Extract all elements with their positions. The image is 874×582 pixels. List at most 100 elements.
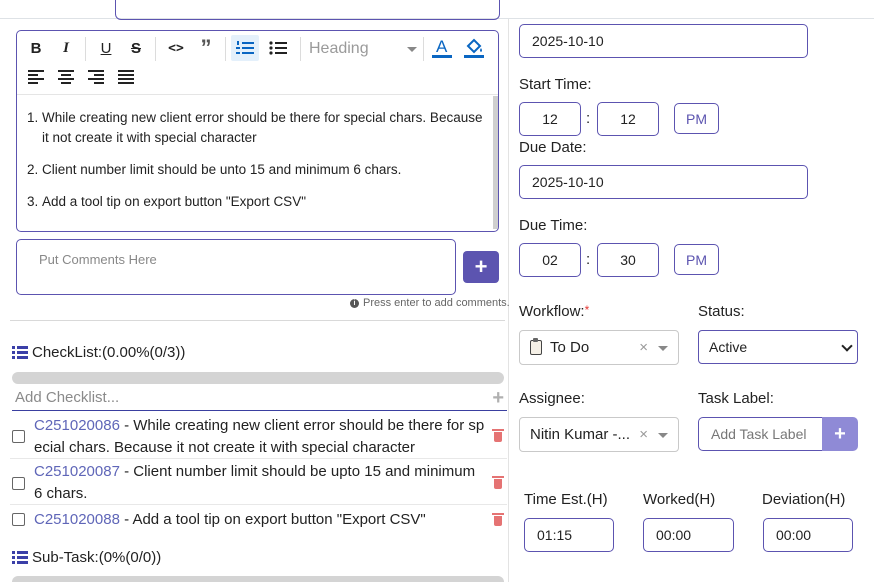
align-justify-icon — [118, 70, 134, 84]
workflow-label: Workflow:* — [519, 303, 589, 320]
align-justify-button[interactable] — [115, 64, 137, 90]
checklist-item-description: Add a tool tip on export button "Export … — [132, 511, 426, 528]
chevron-down-icon — [841, 340, 853, 352]
time-est-input[interactable]: 01:15 — [524, 518, 614, 552]
comment-placeholder: Put Comments Here — [39, 252, 157, 267]
checklist-item-text: C251020087 - Client number limit should … — [34, 461, 486, 504]
deviation-input[interactable]: 00:00 — [763, 518, 853, 552]
editor-content[interactable]: 1. While creating new client error should… — [17, 96, 495, 231]
list-item: 3. Add a tool tip on export button "Expo… — [27, 192, 487, 212]
align-left-button[interactable] — [25, 64, 47, 90]
comment-hint: i Press enter to add comments. — [350, 297, 510, 309]
underline-button[interactable]: U — [95, 35, 117, 61]
assignee-select[interactable]: Nitin Kumar -... × — [519, 417, 679, 452]
add-comment-button[interactable]: + — [463, 251, 499, 283]
align-right-icon — [88, 70, 104, 84]
checklist-item-separator: - — [119, 511, 133, 528]
list-icon — [12, 551, 28, 564]
bold-button[interactable]: B — [25, 35, 47, 61]
toolbar-separator — [225, 37, 226, 61]
checklist-title-text: CheckList:(0.00%(0/3)) — [32, 344, 186, 361]
start-date-input[interactable]: 2025-10-10 — [519, 24, 808, 58]
start-ampm-toggle[interactable]: PM — [674, 103, 719, 134]
description-editor[interactable]: B I U S <> ” Heading A 1. While creating… — [16, 30, 499, 232]
italic-button[interactable]: I — [55, 35, 77, 61]
svg-text:A: A — [436, 37, 448, 56]
section-divider — [10, 320, 505, 321]
workflow-select[interactable]: To Do × — [519, 330, 679, 365]
time-est-label: Time Est.(H) — [524, 491, 608, 508]
editor-scrollbar[interactable] — [493, 96, 498, 229]
checklist-item-text: C251020086 - While creating new client e… — [34, 415, 486, 458]
align-right-button[interactable] — [85, 64, 107, 90]
checklist-item-text: C251020088 - Add a tool tip on export bu… — [34, 509, 486, 531]
start-minute-input[interactable]: 12 — [597, 102, 659, 136]
chevron-down-icon[interactable] — [658, 433, 668, 438]
list-item: 2. Client number limit should be unto 15 … — [27, 160, 487, 180]
plus-icon[interactable]: + — [492, 387, 504, 410]
code-button[interactable]: <> — [163, 35, 189, 61]
bullet-list-button[interactable] — [265, 35, 291, 61]
top-input-field[interactable] — [115, 0, 500, 20]
blockquote-button[interactable]: ” — [195, 35, 217, 61]
highlight-color-button[interactable] — [461, 35, 487, 61]
checklist-checkbox[interactable] — [12, 477, 25, 490]
due-hour-input[interactable]: 02 — [519, 243, 581, 277]
due-minute-input[interactable]: 30 — [597, 243, 659, 277]
workflow-value: To Do — [550, 339, 590, 356]
chevron-down-icon[interactable] — [658, 346, 668, 351]
list-item-text: Client number limit should be unto 15 an… — [42, 162, 402, 177]
time-colon: : — [586, 110, 591, 127]
trash-icon[interactable] — [492, 513, 504, 526]
comment-input[interactable]: Put Comments Here — [16, 239, 456, 295]
worked-input[interactable]: 00:00 — [643, 518, 734, 552]
top-strip — [0, 0, 874, 20]
toolbar-separator — [423, 37, 424, 61]
align-left-icon — [28, 70, 44, 84]
list-item-number: 3. — [27, 194, 39, 209]
due-ampm-toggle[interactable]: PM — [674, 244, 719, 275]
checklist-item-separator: - — [119, 463, 134, 480]
heading-dropdown-label: Heading — [309, 40, 369, 57]
worked-label: Worked(H) — [643, 491, 716, 508]
checklist-progress-bar — [12, 372, 504, 384]
bullet-list-icon — [269, 41, 287, 55]
clear-icon[interactable]: × — [639, 426, 648, 443]
status-select[interactable]: Active — [698, 330, 858, 364]
subtask-progress-bar — [12, 576, 504, 582]
list-icon — [12, 346, 28, 359]
checklist-item-code[interactable]: C251020086 — [34, 417, 120, 434]
checklist-item-code[interactable]: C251020087 — [34, 463, 120, 480]
clear-icon[interactable]: × — [639, 339, 648, 356]
heading-dropdown[interactable]: Heading — [309, 35, 421, 63]
checklist-checkbox[interactable] — [12, 430, 25, 443]
time-colon: : — [586, 251, 591, 268]
font-color-button[interactable]: A — [429, 35, 455, 61]
trash-icon[interactable] — [492, 429, 504, 442]
strikethrough-button[interactable]: S — [125, 35, 147, 61]
add-checklist-input[interactable]: Add Checklist... + — [12, 387, 507, 411]
due-date-input[interactable]: 2025-10-10 — [519, 165, 808, 199]
clipboard-icon — [530, 338, 542, 355]
align-center-button[interactable] — [55, 64, 77, 90]
checklist-checkbox[interactable] — [12, 513, 25, 526]
align-center-icon — [58, 70, 74, 84]
font-color-icon: A — [432, 37, 452, 58]
list-item-number: 1. — [27, 110, 39, 125]
paint-bucket-icon — [464, 38, 484, 58]
description-list: 1. While creating new client error should… — [27, 108, 487, 212]
deviation-label: Deviation(H) — [762, 491, 846, 508]
start-hour-input[interactable]: 12 — [519, 102, 581, 136]
add-checklist-placeholder: Add Checklist... — [15, 389, 120, 406]
task-label-input[interactable]: Add Task Label — [698, 417, 824, 451]
comment-hint-text: Press enter to add comments. — [363, 297, 510, 309]
toolbar-separator — [155, 37, 156, 61]
task-label-label: Task Label: — [698, 390, 774, 407]
checklist-item-code[interactable]: C251020088 — [34, 511, 120, 528]
trash-icon[interactable] — [492, 476, 504, 489]
subtask-title-text: Sub-Task:(0%(0/0)) — [32, 549, 162, 566]
add-task-label-button[interactable]: + — [822, 417, 858, 451]
start-time-label: Start Time: — [519, 76, 592, 93]
due-time-label: Due Time: — [519, 217, 588, 234]
numbered-list-button[interactable] — [231, 35, 259, 61]
